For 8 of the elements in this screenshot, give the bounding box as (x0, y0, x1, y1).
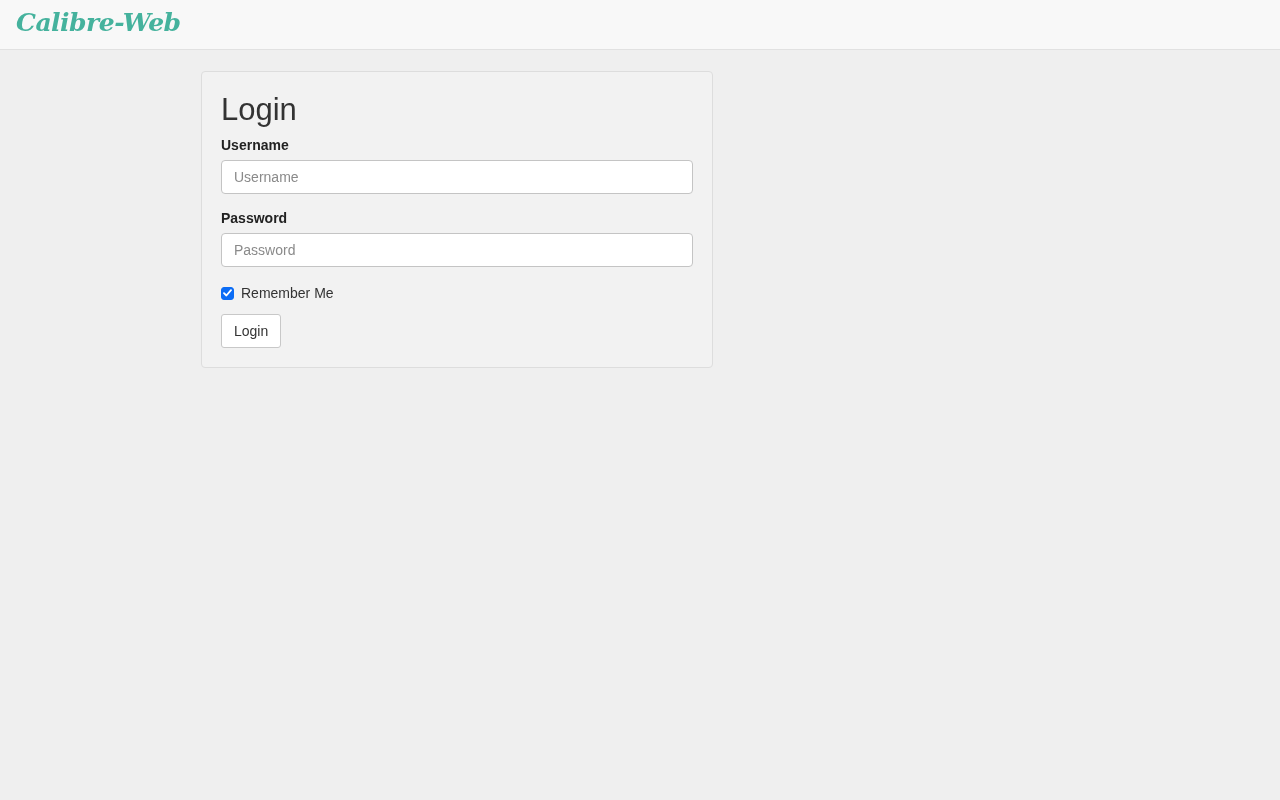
login-button[interactable]: Login (221, 314, 282, 348)
checkbox-label: Remember Me (241, 284, 334, 302)
field-label: Password (221, 209, 288, 227)
field-label: Username (221, 136, 289, 154)
username-field[interactable]: Username (221, 160, 693, 194)
password-field[interactable]: Password (221, 233, 693, 267)
login-heading: Login (221, 92, 298, 128)
remember-checkbox[interactable] (221, 286, 234, 300)
